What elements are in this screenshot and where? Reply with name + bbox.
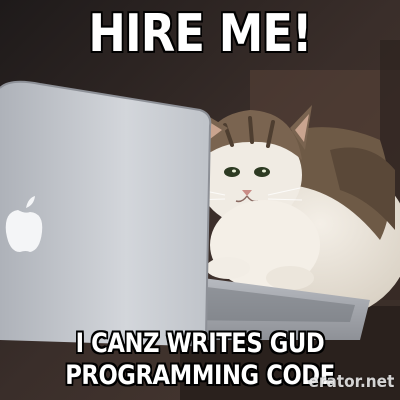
top-caption: HIRE ME! xyxy=(88,4,312,64)
watermark: erator.net xyxy=(308,372,394,392)
bottom-caption-line-2: PROGRAMMING CODE xyxy=(65,360,335,391)
bottom-caption-line-1: I CANZ WRITES GUD xyxy=(75,328,325,359)
meme-image: HIRE ME! I CANZ WRITES GUD PROGRAMMING CO… xyxy=(0,0,400,400)
